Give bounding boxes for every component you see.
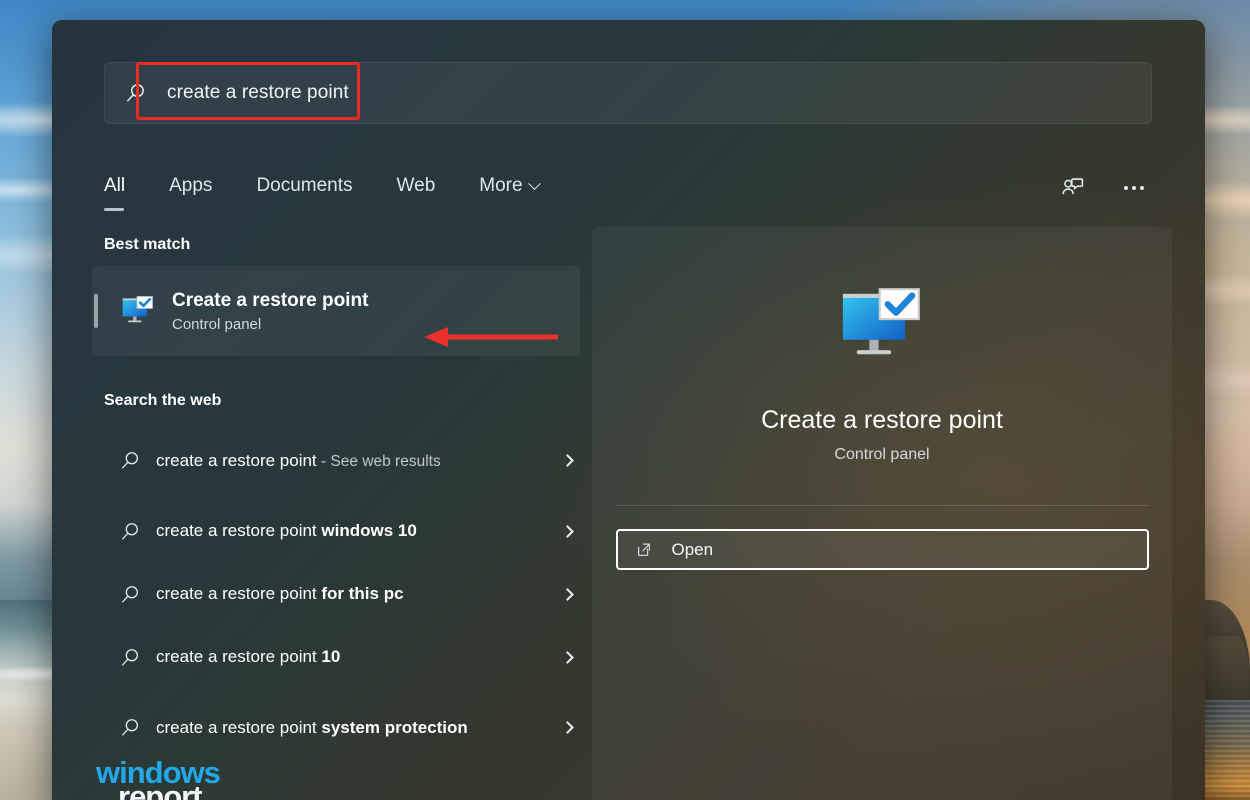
desktop-wallpaper: create a restore point All Apps Document… [0,0,1250,800]
monitor-check-icon [592,280,1172,372]
search-icon [104,717,156,739]
tab-apps[interactable]: Apps [169,175,212,201]
windows-search-flyout: create a restore point All Apps Document… [52,20,1205,800]
monitor-check-icon [114,293,162,329]
tab-documents[interactable]: Documents [256,175,352,201]
search-toolbar [1054,160,1152,216]
chevron-down-icon [528,177,541,190]
web-suggestion-4-label: create a restore point system protection [156,716,580,741]
web-suggestion-3-label: create a restore point 10 [156,645,580,670]
more-options-button[interactable] [1116,170,1152,206]
tab-apps-label: Apps [169,175,212,197]
web-suggestion-2[interactable]: create a restore point for this pc [92,563,580,626]
best-match-heading: Best match [92,236,622,254]
open-button-label: Open [672,540,714,560]
web-suggestion-1[interactable]: create a restore point windows 10 [92,500,580,563]
web-suggestion-0[interactable]: create a restore point - See web results [92,422,580,500]
best-match-title: Create a restore point [172,289,368,313]
feedback-icon[interactable] [1054,170,1090,206]
tab-all-label: All [104,175,125,197]
red-annotation-arrow [422,324,562,350]
preview-divider [616,505,1149,506]
tab-more-label: More [479,175,522,197]
search-icon [104,521,156,543]
web-suggestion-3[interactable]: create a restore point 10 [92,626,580,689]
tab-documents-label: Documents [256,175,352,197]
preview-title: Create a restore point [592,406,1172,435]
tab-web[interactable]: Web [397,175,436,201]
search-results-column: Best match [92,236,622,800]
search-icon [104,450,156,472]
web-suggestion-0-label: create a restore point - See web results [156,449,580,474]
ellipsis-icon [1124,186,1144,190]
best-match-subtitle: Control panel [172,316,368,333]
external-link-icon [634,540,654,560]
result-preview-pane: Create a restore point Control panel Ope… [592,227,1172,800]
search-icon [104,647,156,669]
search-input[interactable]: create a restore point [104,62,1152,124]
tab-all[interactable]: All [104,175,125,201]
search-the-web-section: Search the web create a restore point - … [92,392,622,767]
web-suggestion-1-label: create a restore point windows 10 [156,519,580,544]
search-icon [105,82,165,105]
best-match-text: Create a restore point Control panel [162,289,368,333]
search-filter-tabs: All Apps Documents Web More [104,160,1152,216]
search-query-text: create a restore point [165,82,349,104]
open-button[interactable]: Open [616,529,1149,570]
tab-web-label: Web [397,175,436,197]
best-match-result[interactable]: Create a restore point Control panel [92,266,580,356]
web-suggestion-4[interactable]: create a restore point system protection [92,689,580,767]
preview-subtitle: Control panel [592,446,1172,464]
web-suggestion-2-label: create a restore point for this pc [156,582,580,607]
tab-more[interactable]: More [479,175,538,201]
search-icon [104,584,156,606]
search-the-web-heading: Search the web [92,392,622,410]
